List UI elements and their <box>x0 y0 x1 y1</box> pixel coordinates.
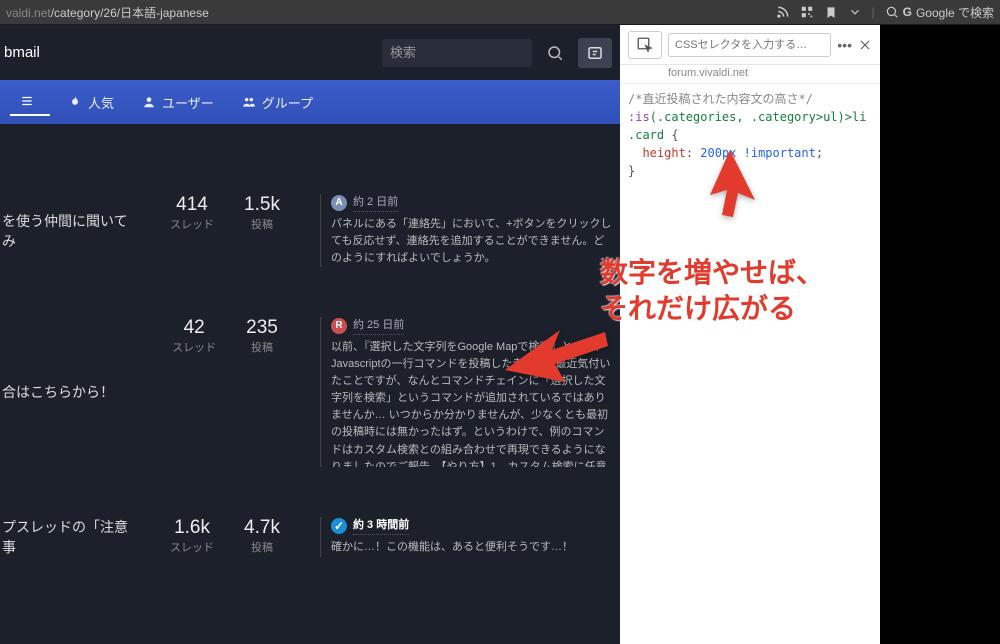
post-count: 4.7k <box>244 517 280 539</box>
black-margin <box>880 25 1000 644</box>
nav-bar: 人気 ユーザー グループ <box>0 80 620 124</box>
recent-post: ✓ 約 3 時間前 確かに…！この機能は、あると便利そうです…！ <box>331 517 620 557</box>
nav-tab-popular[interactable]: 人気 <box>58 87 124 118</box>
forum-list: を使う仲間に聞いてみ 414スレッド 1.5k投稿 A 約 2 日前 パネルにある… <box>0 124 620 597</box>
post-body: 以前、『選択した文字列をGoogle Mapで検索』という、Javascript… <box>331 339 612 467</box>
browser-url-bar: valdi.net/category/26/日本語-japanese | G G… <box>0 0 1000 25</box>
avatar[interactable]: A <box>331 195 347 211</box>
qr-icon[interactable] <box>800 5 814 19</box>
post-count: 1.5k <box>244 194 280 216</box>
chevron-down-icon[interactable] <box>848 5 862 19</box>
css-code[interactable]: /*直近投稿された内容文の高さ*/ :is(.categories, .cate… <box>620 84 880 186</box>
devtools-panel: ••• forum.vivaldi.net /*直近投稿された内容文の高さ*/ … <box>620 25 880 644</box>
more-menu[interactable]: ••• <box>837 37 852 53</box>
post-count: 235 <box>246 317 278 339</box>
search-icon <box>885 5 899 19</box>
devtools-hostname: forum.vivaldi.net <box>620 65 880 84</box>
nav-tab-groups[interactable]: グループ <box>232 87 323 118</box>
brand-text: bmail <box>0 44 40 61</box>
avatar[interactable]: ✓ <box>331 518 347 534</box>
row-stats: 1.6kスレッド 4.7k投稿 <box>140 517 310 557</box>
url-text: valdi.net/category/26/日本語-japanese <box>6 4 209 21</box>
post-body: パネルにある「連絡先」において、+ボタンをクリックしても反応せず、連絡先を追加す… <box>331 216 612 267</box>
devtools-header: ••• <box>620 25 880 65</box>
recent-post: R 約 25 日前 以前、『選択した文字列をGoogle Mapで検索』という、J… <box>331 317 620 467</box>
thread-count: 414 <box>170 194 214 216</box>
page-content: bmail 人気 ユーザー グループ を使う仲間に聞いてみ 414スレッド 1.… <box>0 25 620 644</box>
post-timestamp[interactable]: 約 2 日前 <box>353 194 398 212</box>
nav-tab-categories[interactable] <box>10 88 50 116</box>
post-timestamp[interactable]: 約 25 日前 <box>353 317 404 335</box>
forum-row[interactable]: プスレッドの「注意事 1.6kスレッド 4.7k投稿 ✓ 約 3 時間前 確かに…… <box>0 507 620 597</box>
thread-count: 1.6k <box>170 517 214 539</box>
search-button[interactable] <box>540 38 570 68</box>
page-topbar: bmail <box>0 25 620 80</box>
element-picker-button[interactable] <box>628 31 662 59</box>
row-stats: 414スレッド 1.5k投稿 <box>140 194 310 267</box>
row-stats: 42スレッド 235投稿 <box>140 317 310 467</box>
recent-post: A 約 2 日前 パネルにある「連絡先」において、+ボタンをクリックしても反応せず… <box>331 194 620 267</box>
post-body: 確かに…！この機能は、あると便利そうです…！ <box>331 539 612 556</box>
forum-row[interactable]: 合はこちらから！ 42スレッド 235投稿 R 約 25 日前 以前、『選択した文… <box>0 307 620 507</box>
nav-tab-users[interactable]: ユーザー <box>132 87 224 118</box>
category-title[interactable]: プスレッドの「注意事 <box>0 517 140 557</box>
close-icon[interactable] <box>858 38 872 52</box>
forum-row[interactable]: を使う仲間に聞いてみ 414スレッド 1.5k投稿 A 約 2 日前 パネルにある… <box>0 184 620 307</box>
browser-search[interactable]: G Google で検索 <box>885 4 994 21</box>
avatar[interactable]: R <box>331 318 347 334</box>
category-title[interactable]: 合はこちらから！ <box>0 317 140 467</box>
thread-count: 42 <box>172 317 216 339</box>
register-button[interactable] <box>578 38 612 68</box>
category-title[interactable]: を使う仲間に聞いてみ <box>0 194 140 267</box>
rss-icon[interactable] <box>776 5 790 19</box>
post-timestamp[interactable]: 約 3 時間前 <box>353 517 409 535</box>
bookmark-icon[interactable] <box>824 5 838 19</box>
css-selector-input[interactable] <box>668 33 831 57</box>
search-input[interactable] <box>382 39 532 67</box>
